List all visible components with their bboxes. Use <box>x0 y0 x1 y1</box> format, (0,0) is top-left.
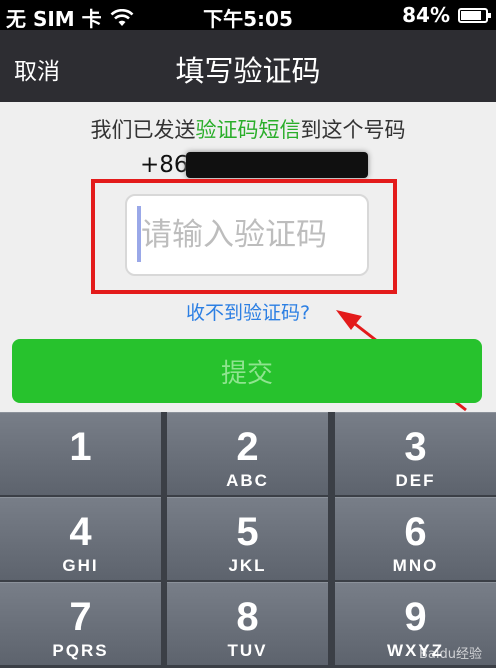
key-letters: JKL <box>228 556 267 575</box>
key-letters: PQRS <box>52 641 109 660</box>
key-number: 1 <box>69 425 92 469</box>
key-number: 3 <box>404 425 427 469</box>
key-number: 9 <box>404 595 427 639</box>
key-6[interactable]: 6 MNO <box>335 497 496 580</box>
key-number: 8 <box>236 595 259 639</box>
key-number: 7 <box>69 595 92 639</box>
key-number: 5 <box>236 510 259 554</box>
key-2[interactable]: 2 ABC <box>167 412 328 495</box>
key-letters: TUV <box>227 641 268 660</box>
key-7[interactable]: 7 PQRS <box>0 582 161 665</box>
numeric-keypad: 1 2 ABC 3 DEF 4 GHI 5 JKL 6 MNO 7 PQRS 8 TUV 9W… <box>0 412 496 668</box>
key-8[interactable]: 8 TUV <box>167 582 328 665</box>
key-letters: ABC <box>226 471 269 490</box>
key-5[interactable]: 5 JKL <box>167 497 328 580</box>
key-number: 6 <box>404 510 427 554</box>
key-number: 2 <box>236 425 259 469</box>
submit-button[interactable]: 提交 <box>12 339 482 403</box>
key-1[interactable]: 1 <box>0 412 161 495</box>
key-number: 4 <box>69 510 92 554</box>
key-letters: DEF <box>395 471 436 490</box>
key-3[interactable]: 3 DEF <box>335 412 496 495</box>
key-4[interactable]: 4 GHI <box>0 497 161 580</box>
key-letters: MNO <box>392 556 439 575</box>
key-letters: GHI <box>62 556 99 575</box>
baidu-watermark: Baidu经验 <box>419 647 482 662</box>
